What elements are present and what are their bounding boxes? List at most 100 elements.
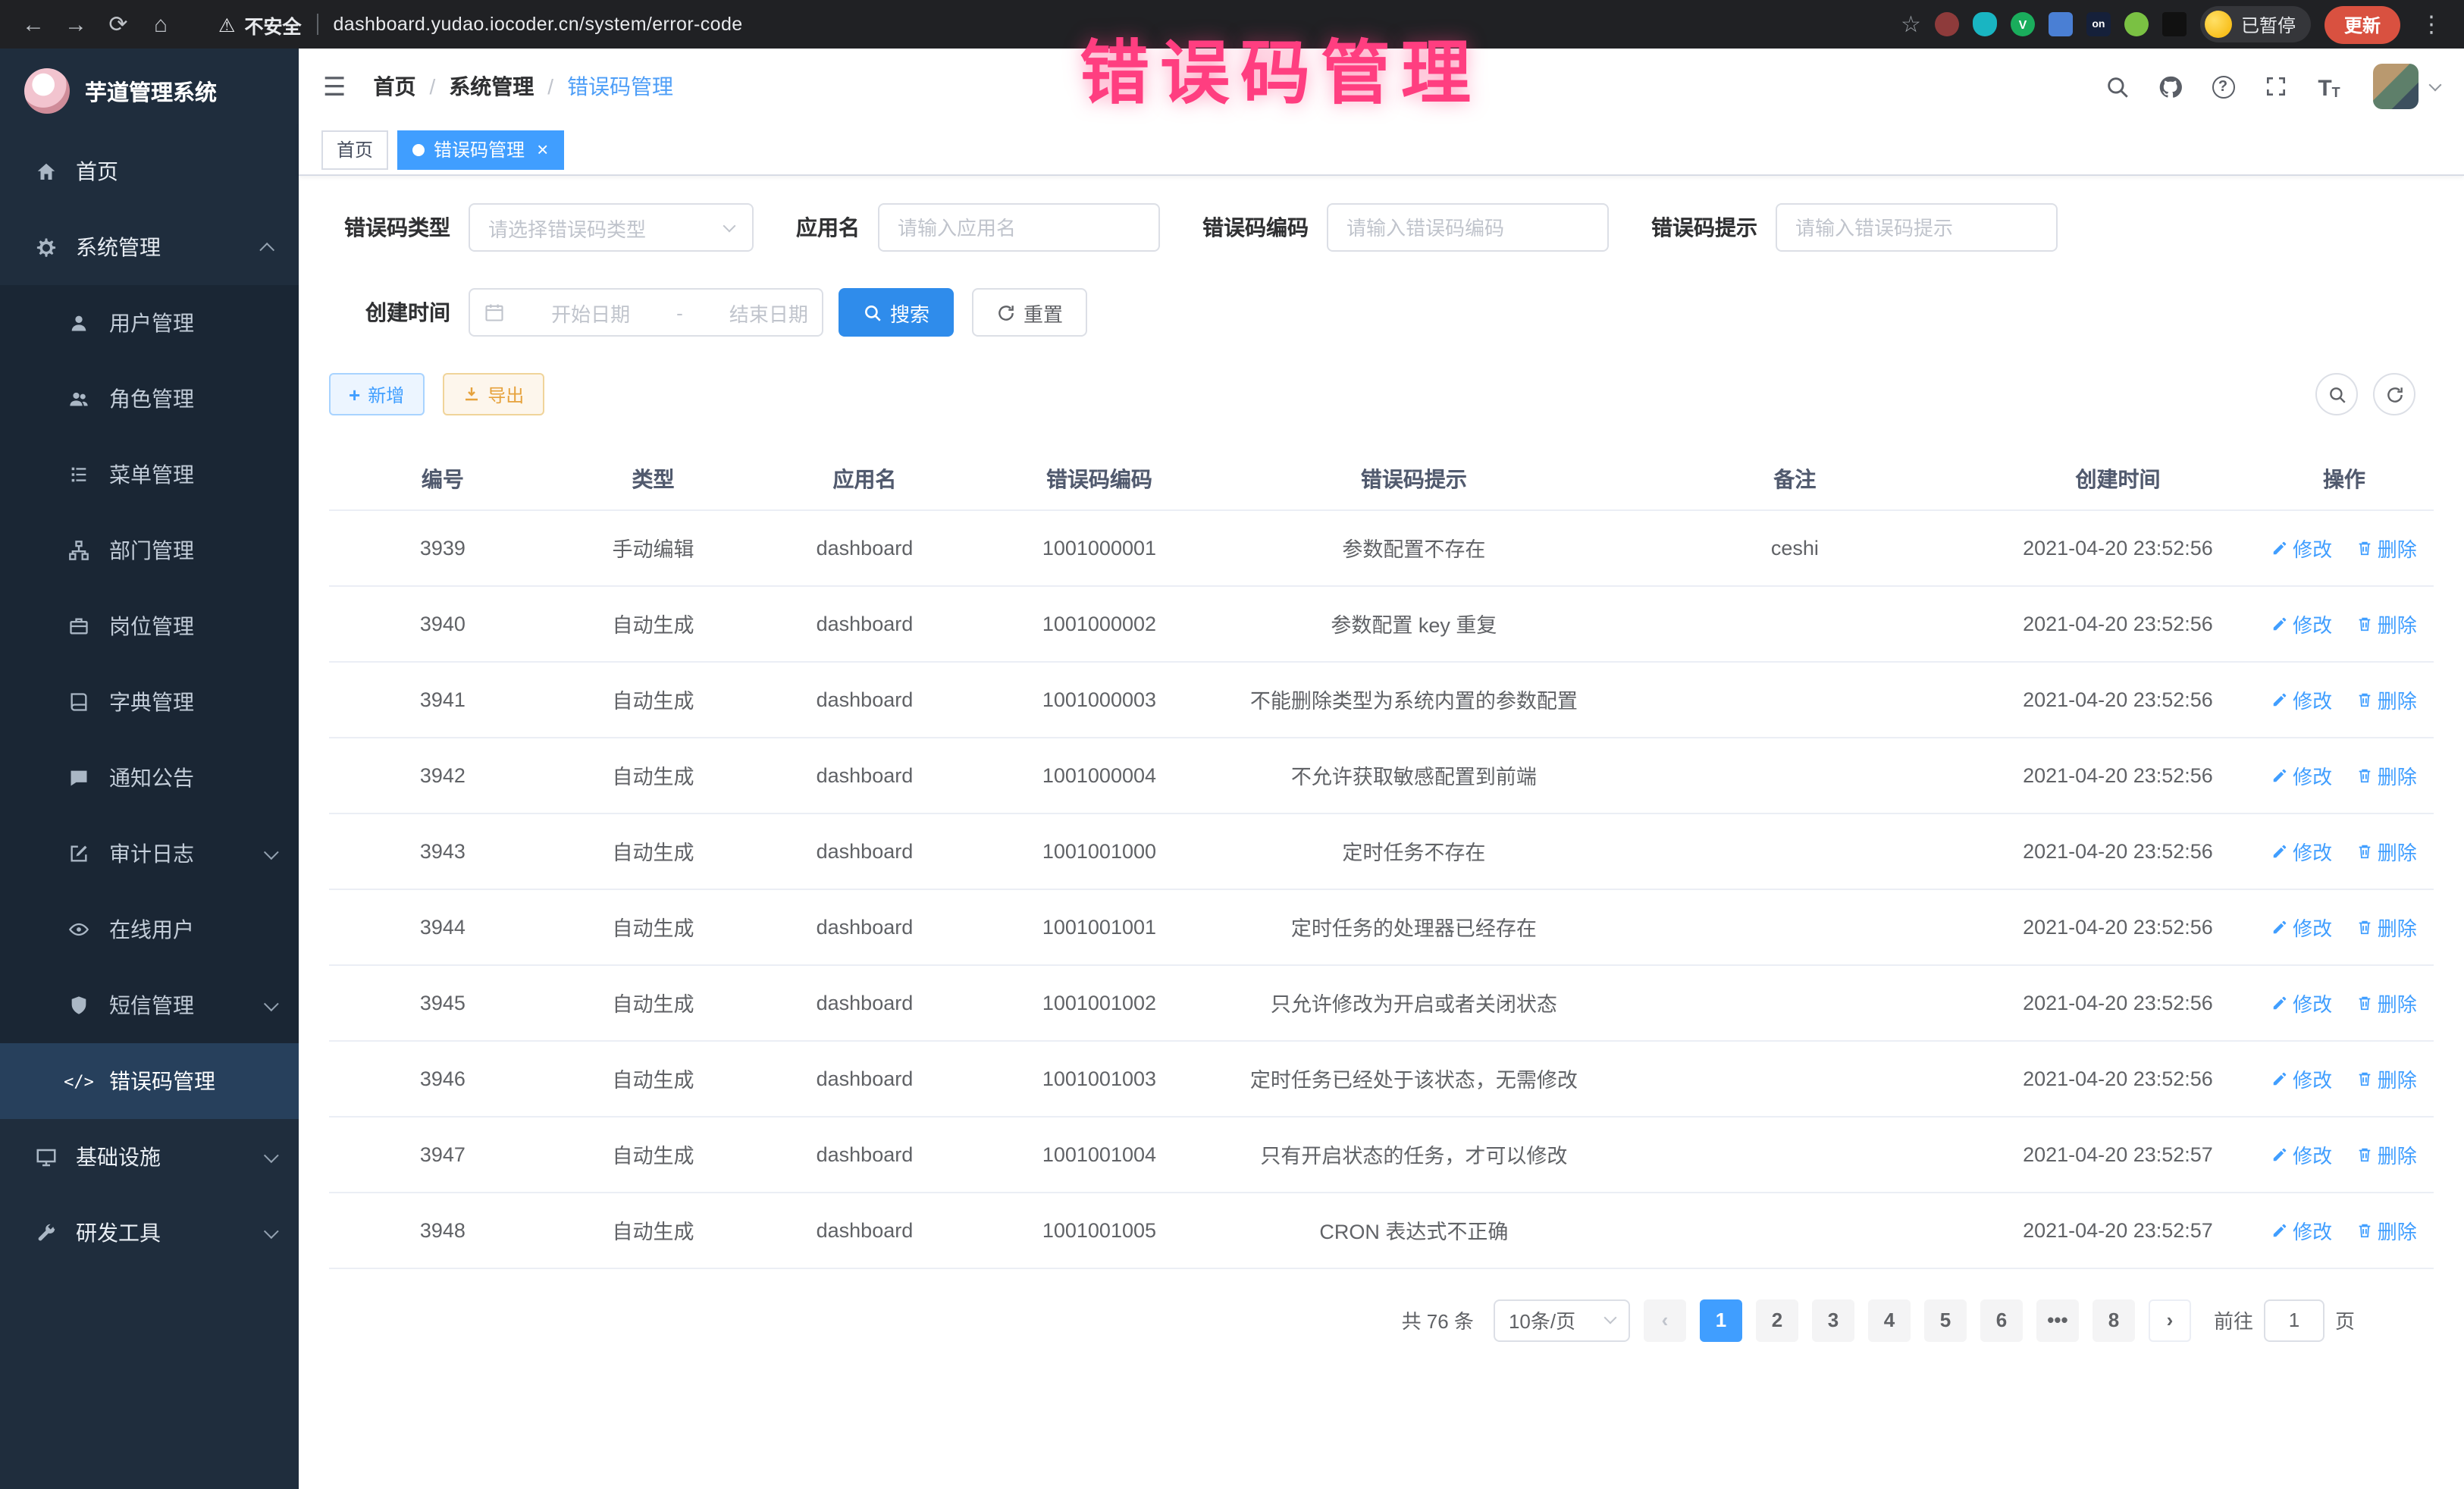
app-logo[interactable]: 芋道管理系统 [0, 49, 299, 133]
avatar-caret-icon[interactable] [2429, 79, 2442, 92]
sidebar-item-posts[interactable]: 岗位管理 [0, 588, 299, 664]
browser-right-controls: ☆ V on 已暂停 更新 ⋮ [1901, 5, 2449, 43]
sidebar-item-online[interactable]: 在线用户 [0, 892, 299, 967]
sidebar-item-system[interactable]: 系统管理 [0, 209, 299, 285]
tab-home[interactable]: 首页 [321, 130, 388, 169]
bookmark-star-icon[interactable]: ☆ [1901, 11, 1921, 38]
toggle-search-button[interactable] [2315, 373, 2358, 415]
sidebar-item-menus[interactable]: 菜单管理 [0, 437, 299, 513]
edit-link[interactable]: 修改 [2271, 1064, 2332, 1092]
navbar-right: ? TT [2077, 64, 2440, 109]
extension-icon-6[interactable] [2124, 12, 2149, 36]
sidebar-item-label: 基础设施 [76, 1142, 161, 1172]
goto-page-input[interactable] [2264, 1299, 2324, 1341]
edit-link[interactable]: 修改 [2271, 836, 2332, 865]
sidebar-item-audit[interactable]: 审计日志 [0, 816, 299, 892]
next-page-button[interactable]: › [2149, 1299, 2191, 1341]
user-avatar[interactable] [2373, 64, 2419, 109]
extension-icon-3[interactable]: V [2011, 12, 2035, 36]
end-date-input[interactable]: 结束日期 [729, 298, 808, 327]
sidebar-item-notices[interactable]: 通知公告 [0, 740, 299, 816]
error-code-input[interactable] [1346, 216, 1589, 239]
delete-link[interactable]: 删除 [2356, 609, 2417, 638]
warning-icon: ⚠ [218, 13, 235, 36]
tab-errcode[interactable]: 错误码管理 × [397, 130, 563, 169]
fullscreen-icon[interactable] [2262, 73, 2290, 100]
breadcrumb-home[interactable]: 首页 [374, 71, 416, 102]
edit-link[interactable]: 修改 [2271, 685, 2332, 713]
page-button-6[interactable]: 6 [1980, 1299, 2023, 1341]
help-icon[interactable]: ? [2209, 73, 2237, 100]
delete-link[interactable]: 删除 [2356, 1139, 2417, 1168]
sidebar-item-home[interactable]: 首页 [0, 133, 299, 209]
start-date-input[interactable]: 开始日期 [551, 298, 630, 327]
sidebar-item-users[interactable]: 用户管理 [0, 285, 299, 361]
sidebar-item-dicts[interactable]: 字典管理 [0, 664, 299, 740]
edit-link[interactable]: 修改 [2271, 988, 2332, 1017]
prev-page-button[interactable]: ‹ [1644, 1299, 1686, 1341]
sidebar-item-devtools[interactable]: 研发工具 [0, 1195, 299, 1271]
page-button-1[interactable]: 1 [1700, 1299, 1742, 1341]
search-button[interactable]: 搜索 [839, 288, 954, 337]
delete-link[interactable]: 删除 [2356, 760, 2417, 789]
search-icon[interactable] [2103, 73, 2130, 100]
refresh-table-button[interactable] [2373, 373, 2415, 415]
security-chip[interactable]: ⚠ 不安全 [218, 10, 301, 39]
add-button[interactable]: + 新增 [329, 373, 424, 415]
sidebar-item-sms[interactable]: 短信管理 [0, 967, 299, 1043]
edit-link[interactable]: 修改 [2271, 912, 2332, 941]
export-button[interactable]: 导出 [442, 373, 544, 415]
extension-icon-5[interactable]: on [2086, 12, 2111, 36]
profile-chip[interactable]: 已暂停 [2200, 6, 2311, 42]
pin-extension-icon[interactable] [2162, 12, 2187, 36]
extension-icon-1[interactable] [1935, 12, 1959, 36]
reset-button[interactable]: 重置 [972, 288, 1087, 337]
delete-link[interactable]: 删除 [2356, 685, 2417, 713]
browser-menu-icon[interactable]: ⋮ [2414, 11, 2449, 38]
font-size-icon[interactable]: TT [2315, 73, 2343, 100]
delete-link[interactable]: 删除 [2356, 1215, 2417, 1244]
breadcrumb-system[interactable]: 系统管理 [449, 71, 534, 102]
browser-forward-icon[interactable]: → [58, 6, 94, 42]
hamburger-icon[interactable]: ☰ [323, 74, 346, 99]
browser-reload-icon[interactable]: ⟳ [100, 6, 136, 42]
github-icon[interactable] [2156, 73, 2183, 100]
browser-back-icon[interactable]: ← [15, 6, 52, 42]
edit-link[interactable]: 修改 [2271, 1139, 2332, 1168]
sidebar-item-depts[interactable]: 部门管理 [0, 513, 299, 588]
browser-update-button[interactable]: 更新 [2324, 5, 2400, 43]
delete-link[interactable]: 删除 [2356, 988, 2417, 1017]
page-button-2[interactable]: 2 [1756, 1299, 1798, 1341]
page-button-3[interactable]: 3 [1812, 1299, 1854, 1341]
error-type-select[interactable]: 请选择错误码类型 [469, 203, 754, 252]
sidebar-item-errcode[interactable]: </> 错误码管理 [0, 1043, 299, 1119]
delete-link[interactable]: 删除 [2356, 1064, 2417, 1092]
chevron-down-icon [264, 1223, 279, 1238]
delete-link[interactable]: 删除 [2356, 533, 2417, 562]
page-size-select[interactable]: 10条/页 [1494, 1299, 1630, 1341]
delete-link[interactable]: 删除 [2356, 912, 2417, 941]
app-name-input[interactable] [898, 216, 1140, 239]
extension-icon-2[interactable] [1973, 12, 1997, 36]
error-hint-input[interactable] [1795, 216, 2038, 239]
delete-link[interactable]: 删除 [2356, 836, 2417, 865]
download-icon [462, 385, 480, 403]
address-bar[interactable]: dashboard.yudao.iocoder.cn/system/error-… [333, 14, 742, 35]
sidebar-item-infra[interactable]: 基础设施 [0, 1119, 299, 1195]
date-range-picker[interactable]: 开始日期 - 结束日期 [469, 288, 823, 337]
cell-time: 2021-04-20 23:52:56 [1981, 585, 2255, 661]
sidebar-item-roles[interactable]: 角色管理 [0, 361, 299, 437]
page-button-8[interactable]: 8 [2093, 1299, 2135, 1341]
edit-link[interactable]: 修改 [2271, 760, 2332, 789]
extension-icon-4[interactable] [2049, 12, 2073, 36]
edit-link[interactable]: 修改 [2271, 1215, 2332, 1244]
app-frame: 芋道管理系统 首页 系统管理 用户管 [0, 49, 2464, 1489]
browser-home-icon[interactable]: ⌂ [143, 6, 179, 42]
edit-link[interactable]: 修改 [2271, 609, 2332, 638]
edit-link[interactable]: 修改 [2271, 533, 2332, 562]
page-ellipsis-button[interactable]: ••• [2036, 1299, 2079, 1341]
app-title: 芋道管理系统 [85, 75, 217, 107]
tab-close-icon[interactable]: × [537, 139, 548, 159]
page-button-4[interactable]: 4 [1868, 1299, 1911, 1341]
page-button-5[interactable]: 5 [1924, 1299, 1967, 1341]
